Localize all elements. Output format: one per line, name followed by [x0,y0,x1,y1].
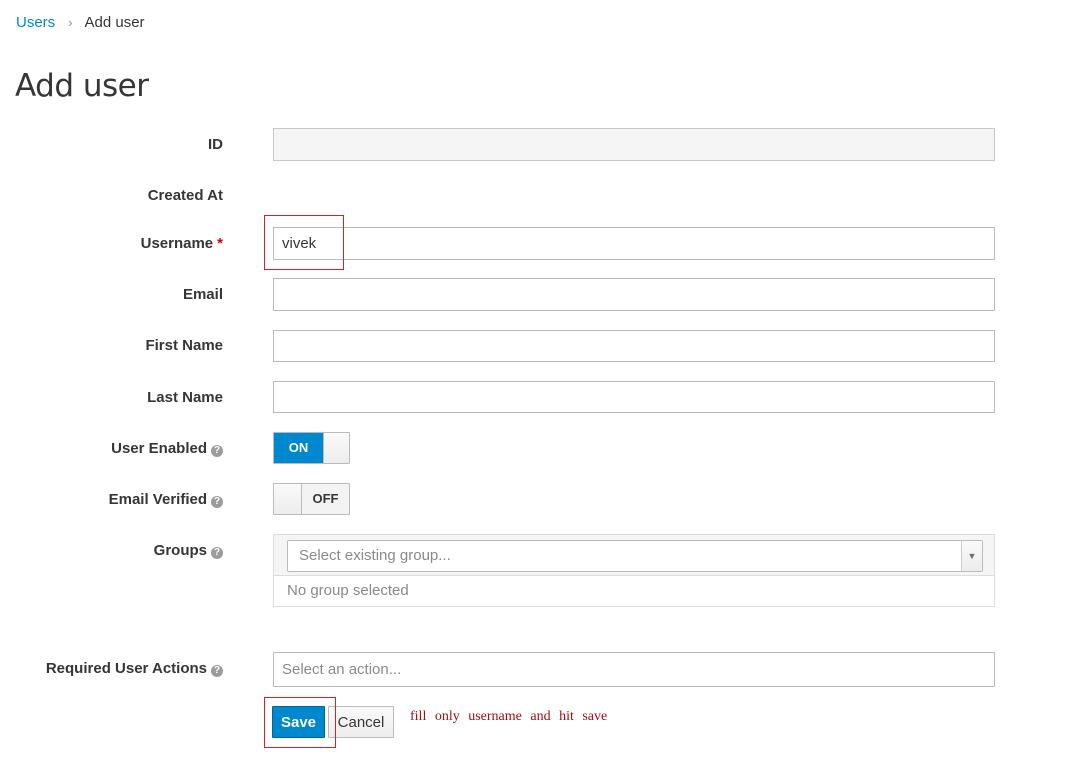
group-select[interactable]: Select existing group... ▼ [287,540,983,572]
group-select-placeholder: Select existing group... [299,547,451,564]
email-input[interactable] [273,278,995,311]
groups-panel-header: Select existing group... ▼ [274,535,994,576]
help-icon[interactable]: ? [211,547,223,559]
help-icon[interactable]: ? [211,665,223,677]
id-label: ID [208,136,223,154]
save-highlight-box [264,697,336,748]
first-name-input[interactable] [273,330,995,362]
last-name-label: Last Name [147,389,223,407]
toggle-off-label: OFF [302,484,349,514]
annotation-note: fill only username and hit save [410,709,608,724]
dropdown-arrow-icon[interactable]: ▼ [961,541,982,571]
id-field [273,128,995,161]
breadcrumb-current: Add user [84,14,145,31]
toggle-handle [323,433,349,463]
user-enabled-label-text: User Enabled [111,440,207,457]
help-icon[interactable]: ? [211,445,223,457]
breadcrumb-separator-icon: › [68,15,73,30]
last-name-label-text: Last Name [147,389,223,406]
groups-label-text: Groups [153,542,207,559]
user-enabled-label: User Enabled? [111,440,223,458]
groups-label: Groups? [154,542,223,560]
email-verified-label: Email Verified? [109,491,223,509]
add-user-page: Users › Add user Add user ID Created At … [0,0,1081,763]
help-icon[interactable]: ? [211,496,223,508]
username-label-text: Username [140,235,214,252]
cancel-button[interactable]: Cancel [328,706,394,738]
groups-panel: Select existing group... ▼ No group sele… [273,534,995,607]
no-group-text: No group selected [287,582,409,599]
username-label: Username * [141,235,223,253]
required-actions-placeholder: Select an action... [282,661,402,678]
last-name-input[interactable] [273,381,995,413]
required-actions-input[interactable]: Select an action... [273,652,995,687]
user-enabled-toggle[interactable]: ON [273,432,350,464]
required-actions-label-text: Required User Actions [45,660,207,677]
toggle-on-label: ON [274,433,323,463]
created-at-label: Created At [148,187,223,205]
page-title: Add user [15,68,149,104]
created-at-label-text: Created At [147,187,223,204]
breadcrumb-users-link[interactable]: Users [16,14,55,32]
required-asterisk: * [217,235,223,252]
breadcrumb: Users › Add user [16,14,145,32]
first-name-label-text: First Name [145,337,223,354]
email-label-text: Email [182,286,223,303]
first-name-label: First Name [145,337,223,355]
username-highlight-box [264,215,344,270]
toggle-handle [274,484,302,514]
required-actions-label: Required User Actions? [46,660,223,678]
email-verified-label-text: Email Verified [108,491,207,508]
id-label-text: ID [208,136,223,153]
email-verified-toggle[interactable]: OFF [273,483,350,515]
username-input[interactable]: vivek [273,227,995,260]
email-label: Email [183,286,223,304]
